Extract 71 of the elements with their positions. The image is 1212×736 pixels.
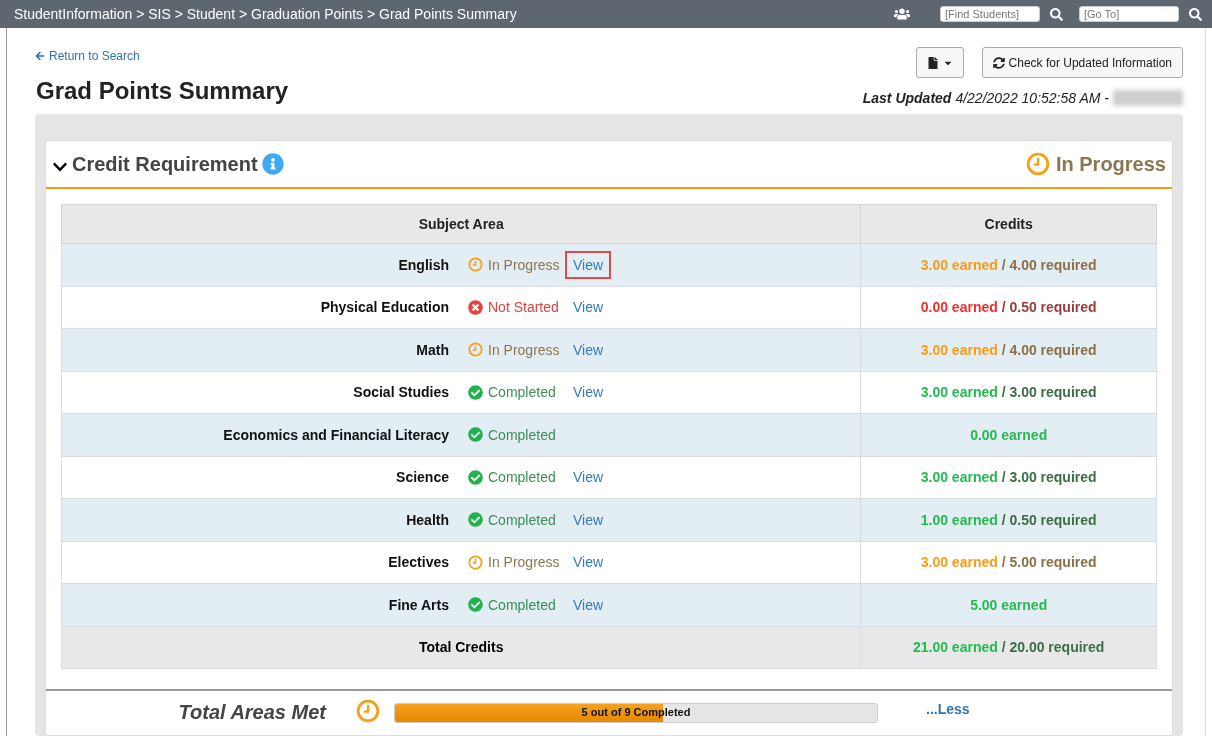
document-menu-button[interactable] [915,47,964,78]
status-label: Completed [468,596,561,613]
subject-name: Physical Education [319,299,449,316]
info-icon[interactable] [261,153,284,175]
credits-text: 3.00 earned / 3.00 required [920,469,1097,486]
check-updates-button[interactable]: Check for Updated Information [981,47,1183,78]
section-status: In Progress [1025,152,1166,176]
view-link[interactable]: View [565,378,612,407]
subject-name: Math [415,341,449,358]
clock-icon [468,257,483,273]
view-link[interactable]: View [565,250,612,279]
go-to-field[interactable]: [Go To] [1079,6,1179,22]
check-icon [468,427,483,443]
status-label: Completed [468,511,561,528]
subject-name: Health [405,511,449,528]
subject-name: Social Studies [352,384,449,401]
column-header: Credits [860,204,1157,244]
view-link[interactable]: View [565,548,612,577]
clock-icon [356,698,380,723]
subject-name: Economics and Financial Literacy [222,426,449,443]
refresh-icon [992,56,1005,69]
cross-icon [468,299,483,315]
credits-text: 3.00 earned / 3.00 required [920,384,1097,401]
column-header: Subject Area [61,204,861,244]
section-title: Credit Requirement [72,152,258,176]
subject-name: Electives [387,554,449,571]
view-link[interactable]: View [565,293,612,322]
subject-name: English [397,256,449,273]
clock-icon [468,554,483,570]
check-icon [468,469,483,485]
return-link[interactable]: Return to Search [35,49,140,63]
total-areas-label: Total Areas Met [177,701,326,724]
status-label: Not Started [468,299,561,316]
status-label: In Progress [468,341,561,358]
total-label: Total Credits [418,639,504,655]
last-updated-value: 4/22/2022 10:52:58 AM - [955,90,1109,106]
search-icon[interactable] [1189,7,1202,21]
document-icon [926,56,939,69]
status-label: In Progress [468,256,561,273]
check-icon [468,512,483,528]
view-link[interactable]: View [565,590,612,619]
credits-text: 3.00 earned / 4.00 required [920,256,1097,273]
check-icon [468,597,483,613]
breadcrumb: StudentInformation > SIS > Student > Graduation Points > Grad Points Summary [14,6,518,22]
status-label: Completed [468,426,561,443]
subject-name: Fine Arts [387,596,449,613]
status-label: In Progress [468,554,561,571]
subject-name: Science [395,469,449,486]
credits-text: 5.00 earned [970,596,1048,613]
view-link[interactable]: View [565,463,612,492]
view-link[interactable]: View [565,335,612,364]
page-title: Grad Points Summary [36,77,289,105]
last-updated-label: Last Updated [862,90,952,106]
check-icon [468,384,483,400]
clock-icon [468,342,483,358]
clock-icon [1025,152,1050,176]
credits-text: 0.00 earned [970,426,1048,443]
view-link[interactable]: View [565,505,612,534]
find-students-field[interactable]: [Find Students] [940,6,1040,22]
credits-text: 1.00 earned / 0.50 required [920,511,1097,528]
status-label: Completed [468,384,561,401]
people-icon[interactable] [894,6,910,22]
status-label: Completed [468,469,561,486]
arrow-left-icon [35,51,45,61]
redaction-mark [1113,90,1183,106]
search-icon[interactable] [1050,7,1063,21]
credits-text: 0.00 earned / 0.50 required [920,299,1097,316]
total-credits: 21.00 earned / 20.00 required [912,639,1105,655]
credits-text: 3.00 earned / 5.00 required [920,554,1097,571]
less-link[interactable]: ...Less [926,700,970,717]
credits-text: 3.00 earned / 4.00 required [920,341,1097,358]
